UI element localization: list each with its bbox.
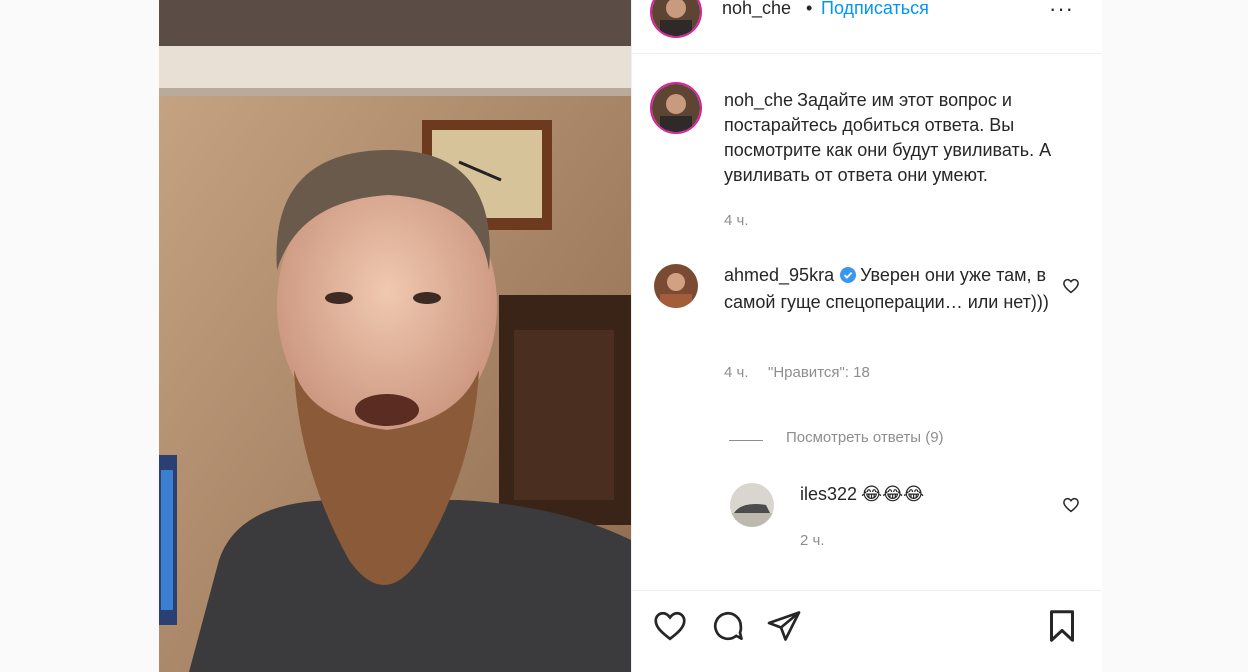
post-caption: noh_che Задайте им этот вопрос и постарай… <box>724 88 1084 188</box>
header-separator: • <box>806 0 813 18</box>
author-username[interactable]: noh_che <box>722 0 791 19</box>
comment-like-icon[interactable] <box>1062 277 1080 295</box>
comment-icon <box>713 611 743 641</box>
post-video[interactable] <box>159 0 631 672</box>
reply-username[interactable]: iles322 <box>800 484 857 504</box>
post-details-panel: noh_che • Подписаться ··· noh_che Задайте… <box>631 0 1102 672</box>
caption-username[interactable]: noh_che <box>724 90 793 110</box>
share-icon <box>767 611 801 641</box>
save-button[interactable] <box>1044 608 1080 644</box>
comment-time[interactable]: 4 ч. <box>724 364 749 381</box>
verified-badge-icon <box>840 267 857 283</box>
reply-like-icon[interactable] <box>1062 496 1080 514</box>
reply-avatar-image <box>730 483 774 527</box>
actions-divider <box>632 590 1102 591</box>
reply-time[interactable]: 2 ч. <box>800 532 825 549</box>
view-replies-button[interactable]: Посмотреть ответы (9) <box>786 429 944 446</box>
like-button[interactable] <box>652 608 688 644</box>
post-modal: noh_che • Подписаться ··· noh_che Задайте… <box>159 0 1102 672</box>
header-divider <box>632 53 1102 54</box>
caption-avatar-image <box>652 84 700 132</box>
heart-icon <box>654 611 686 641</box>
reply-avatar[interactable] <box>730 483 774 527</box>
comment-avatar-image <box>654 264 698 308</box>
comment-username[interactable]: ahmed_95kra <box>724 265 834 285</box>
video-frame-image <box>159 0 631 672</box>
comment-likes-count[interactable]: "Нравится": 18 <box>768 364 870 381</box>
caption-time[interactable]: 4 ч. <box>724 212 749 229</box>
reply-body: iles322 😂😂😂 <box>800 481 1050 508</box>
comment-avatar[interactable] <box>654 264 698 308</box>
replies-line <box>729 440 763 441</box>
follow-button[interactable]: Подписаться <box>821 0 929 19</box>
reply-text: 😂😂😂 <box>861 484 925 504</box>
bookmark-icon <box>1050 610 1074 642</box>
comment-body: ahmed_95kra Уверен они уже там, в самой г… <box>724 262 1054 316</box>
caption-avatar[interactable] <box>650 82 702 134</box>
more-options-icon[interactable]: ··· <box>1049 0 1074 22</box>
author-avatar-image <box>652 0 700 36</box>
share-button[interactable] <box>766 608 802 644</box>
comment-button[interactable] <box>710 608 746 644</box>
author-avatar[interactable] <box>650 0 702 38</box>
